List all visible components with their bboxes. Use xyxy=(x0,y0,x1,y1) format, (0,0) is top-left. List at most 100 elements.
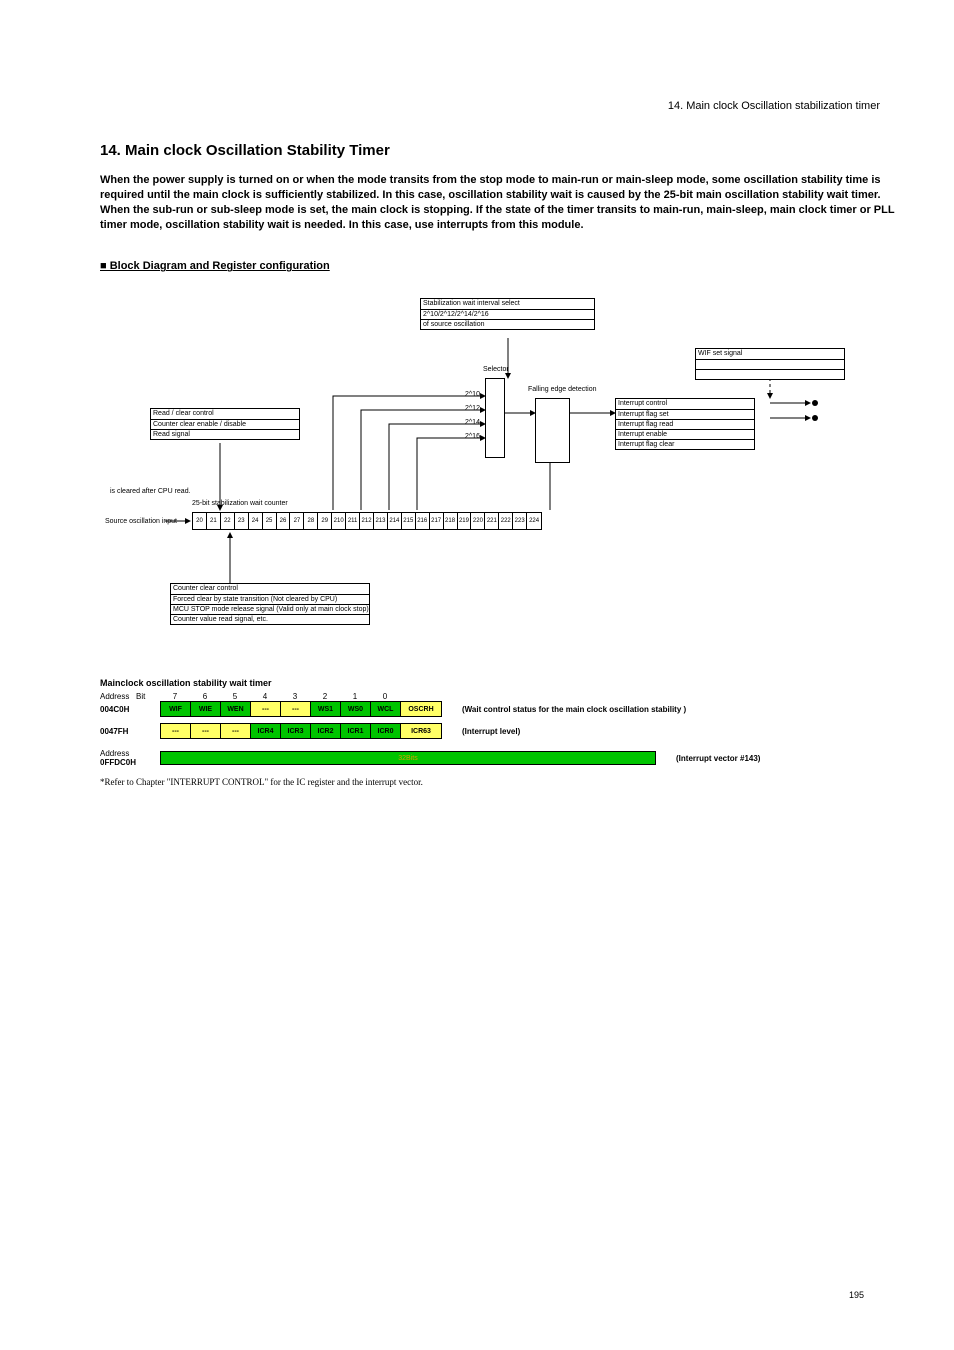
register-title: Mainclock oscillation stability wait tim… xyxy=(100,678,900,688)
vector-bar: 32Bits xyxy=(160,751,656,765)
counter-cell: 25 xyxy=(263,513,277,529)
interrupt-control-row: Interrupt flag read xyxy=(616,419,754,429)
interrupt-control-row: Interrupt flag clear xyxy=(616,439,754,449)
register-bit-cell: WEN xyxy=(221,702,251,716)
counter-cell: 24 xyxy=(249,513,263,529)
counter-clear-block: Counter clear control Forced clear by st… xyxy=(170,583,370,625)
sel-214-label: 2^14 xyxy=(465,419,480,426)
stab-select-row: of source oscillation xyxy=(421,319,594,329)
register-bit-cell: --- xyxy=(161,724,191,738)
sel-212-label: 2^12 xyxy=(465,405,480,412)
bitnum: 0 xyxy=(370,692,400,701)
counter-cell: 27 xyxy=(290,513,304,529)
register-bit-cell: WS1 xyxy=(311,702,341,716)
stab-select-title: Stabilization wait interval select xyxy=(421,299,594,309)
section-header: 14. Main clock Oscillation stabilization… xyxy=(100,100,880,112)
counter-cell: 213 xyxy=(374,513,388,529)
register-desc: (Wait control status for the main clock … xyxy=(462,705,686,714)
counter-cell: 217 xyxy=(430,513,444,529)
counter-cell: 29 xyxy=(318,513,332,529)
register-cells: WIFWIEWEN------WS1WS0WCLOSCRH xyxy=(160,701,442,717)
register-bit-cell: WIF xyxy=(161,702,191,716)
bit-number-row: Address Bit 7 6 5 4 3 2 1 0 xyxy=(160,692,900,701)
read-clear-row: Counter clear enable / disable xyxy=(151,419,299,429)
counter-clear-row: Counter value read signal, etc. xyxy=(171,614,369,624)
counter-cell: 210 xyxy=(332,513,346,529)
bit-label: Bit xyxy=(136,692,145,701)
counter-cell: 26 xyxy=(277,513,291,529)
wif-set-row xyxy=(696,369,844,379)
intro-paragraph: When the power supply is turned on or wh… xyxy=(100,173,900,232)
bitnum: 6 xyxy=(190,692,220,701)
address-label: Address xyxy=(100,692,129,701)
register-section: Mainclock oscillation stability wait tim… xyxy=(100,678,900,787)
counter-cell: 28 xyxy=(304,513,318,529)
register-row-icr: 0047FH ---------ICR4ICR3ICR2ICR1ICR0ICR6… xyxy=(100,723,900,739)
read-clear-row: Read signal xyxy=(151,429,299,439)
register-bit-cell: WCL xyxy=(371,702,401,716)
bitnum: 5 xyxy=(220,692,250,701)
stab-select-row: 2^10/2^12/2^14/2^16 xyxy=(421,309,594,319)
register-bit-cell: --- xyxy=(251,702,281,716)
counter-cell: 218 xyxy=(444,513,458,529)
counter-cell: 20 xyxy=(193,513,207,529)
register-row-oscrh: 004C0H WIFWIEWEN------WS1WS0WCLOSCRH (Wa… xyxy=(100,701,900,717)
register-bit-cell: WIE xyxy=(191,702,221,716)
counter-cell: 222 xyxy=(499,513,513,529)
interrupt-control-row: Interrupt flag set xyxy=(616,409,754,419)
counter-cell: 216 xyxy=(416,513,430,529)
register-bit-cell: ICR0 xyxy=(371,724,401,738)
vector-desc: (Interrupt vector #143) xyxy=(676,754,760,763)
register-bit-cell: ICR63 xyxy=(401,724,441,738)
counter-cell: 211 xyxy=(346,513,360,529)
counter-clear-row: Forced clear by state transition (Not cl… xyxy=(171,594,369,604)
falling-edge-block xyxy=(535,398,570,463)
counter-cell: 223 xyxy=(513,513,527,529)
register-bit-cell: --- xyxy=(191,724,221,738)
register-bit-cell: ICR4 xyxy=(251,724,281,738)
bitnum: 4 xyxy=(250,692,280,701)
register-address: 0047FH xyxy=(100,727,160,736)
counter-cell: 215 xyxy=(402,513,416,529)
selector-block xyxy=(485,378,505,458)
page-number: 195 xyxy=(849,1290,864,1300)
counter-cell: 214 xyxy=(388,513,402,529)
block-diagram-figure: Read / clear control Counter clear enabl… xyxy=(90,278,890,658)
counter-clear-title: Counter clear control xyxy=(171,584,369,594)
register-desc: (Interrupt level) xyxy=(462,727,520,736)
register-bit-cell: OSCRH xyxy=(401,702,441,716)
interrupt-control-title: Interrupt control xyxy=(616,399,754,409)
register-bit-cell: --- xyxy=(221,724,251,738)
address-label: Address xyxy=(100,749,160,758)
counter-read-clear-label: is cleared after CPU read. xyxy=(110,488,191,495)
sel-216-label: 2^16 xyxy=(465,433,480,440)
block-diagram-heading: ■ Block Diagram and Register configurati… xyxy=(100,260,900,272)
register-address: 004C0H xyxy=(100,705,160,714)
counter-cell: 212 xyxy=(360,513,374,529)
interrupt-control-row: Interrupt enable xyxy=(616,429,754,439)
counter-cell: 219 xyxy=(458,513,472,529)
register-bit-cell: ICR3 xyxy=(281,724,311,738)
bitnum: 1 xyxy=(340,692,370,701)
counter-strip: 20 21 22 23 24 25 26 27 28 29 210 211 21… xyxy=(192,512,542,530)
vector-address: 0FFDC0H xyxy=(100,758,160,767)
chapter-title: 14. Main clock Oscillation Stability Tim… xyxy=(100,142,900,159)
bitnum: 3 xyxy=(280,692,310,701)
stab-select-block: Stabilization wait interval select 2^10/… xyxy=(420,298,595,330)
counter-cell: 224 xyxy=(527,513,541,529)
bitnum: 2 xyxy=(310,692,340,701)
counter-title-label: 25-bit stabilization wait counter xyxy=(192,500,288,507)
counter-cell: 21 xyxy=(207,513,221,529)
wif-set-row xyxy=(696,359,844,369)
wif-set-label: WIF set signal xyxy=(696,349,844,359)
counter-cell: 220 xyxy=(471,513,485,529)
register-bit-cell: WS0 xyxy=(341,702,371,716)
source-osc-label: Source oscillation input xyxy=(105,518,177,525)
counter-cell: 221 xyxy=(485,513,499,529)
vector-row: Address 0FFDC0H 32Bits (Interrupt vector… xyxy=(100,749,900,767)
read-clear-title: Read / clear control xyxy=(151,409,299,419)
sel-210-label: 2^10 xyxy=(465,391,480,398)
bitnum xyxy=(400,692,430,701)
register-bit-cell: ICR1 xyxy=(341,724,371,738)
register-bit-cell: --- xyxy=(281,702,311,716)
